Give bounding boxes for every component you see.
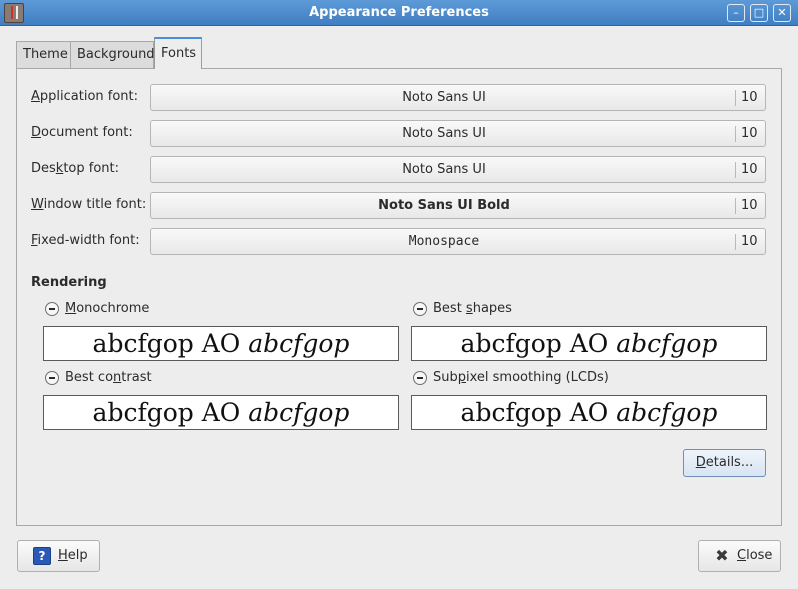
application-font-button[interactable]: Noto Sans UI 10 bbox=[150, 84, 766, 111]
application-font-name: Noto Sans UI bbox=[402, 90, 486, 105]
document-font-size: 10 bbox=[741, 126, 758, 141]
radio-icon[interactable] bbox=[413, 371, 427, 385]
separator bbox=[735, 162, 736, 178]
minimize-button[interactable]: – bbox=[727, 4, 745, 22]
close-icon: ✖ bbox=[715, 546, 729, 565]
application-font-size: 10 bbox=[741, 90, 758, 105]
desktop-font-label: Desktop font: bbox=[31, 161, 119, 176]
radio-icon[interactable] bbox=[413, 302, 427, 316]
close-button[interactable]: ✖ Close bbox=[698, 540, 781, 572]
desktop-font-size: 10 bbox=[741, 162, 758, 177]
close-label: Close bbox=[737, 548, 773, 563]
document-font-button[interactable]: Noto Sans UI 10 bbox=[150, 120, 766, 147]
help-icon: ? bbox=[33, 547, 51, 565]
subpixel-smoothing-preview[interactable]: abcfgop AO abcfgop bbox=[411, 395, 767, 430]
document-font-label: Document font: bbox=[31, 125, 133, 140]
best-shapes-label: Best shapes bbox=[433, 301, 512, 316]
best-contrast-preview[interactable]: abcfgop AO abcfgop bbox=[43, 395, 399, 430]
title-bar[interactable]: Appearance Preferences – □ ✕ bbox=[0, 0, 798, 26]
document-font-name: Noto Sans UI bbox=[402, 126, 486, 141]
fixed-width-font-label: Fixed-width font: bbox=[31, 233, 140, 248]
fixed-width-font-name: Monospace bbox=[408, 234, 480, 249]
details-button[interactable]: Details... bbox=[683, 449, 766, 477]
window-title-font-button[interactable]: Noto Sans UI Bold 10 bbox=[150, 192, 766, 219]
maximize-button[interactable]: □ bbox=[750, 4, 768, 22]
rendering-heading: Rendering bbox=[31, 275, 107, 290]
separator bbox=[735, 234, 736, 250]
tab-fonts[interactable]: Fonts bbox=[154, 37, 202, 69]
window-title-font-name: Noto Sans UI Bold bbox=[378, 198, 510, 213]
window-title-font-label: Window title font: bbox=[31, 197, 147, 212]
desktop-font-button[interactable]: Noto Sans UI 10 bbox=[150, 156, 766, 183]
help-label: Help bbox=[58, 548, 88, 563]
help-button[interactable]: ? Help bbox=[17, 540, 100, 572]
window-title: Appearance Preferences bbox=[309, 5, 489, 20]
tab-background[interactable]: Background bbox=[70, 41, 155, 68]
close-window-button[interactable]: ✕ bbox=[773, 4, 791, 22]
monochrome-preview[interactable]: abcfgop AO abcfgop bbox=[43, 326, 399, 361]
tab-theme[interactable]: Theme bbox=[16, 41, 71, 68]
desktop-font-name: Noto Sans UI bbox=[402, 162, 486, 177]
window-title-font-size: 10 bbox=[741, 198, 758, 213]
separator bbox=[735, 126, 736, 142]
separator bbox=[735, 90, 736, 106]
application-font-label: Application font: bbox=[31, 89, 139, 104]
subpixel-smoothing-label: Subpixel smoothing (LCDs) bbox=[433, 370, 609, 385]
best-contrast-label: Best contrast bbox=[65, 370, 152, 385]
monochrome-label: Monochrome bbox=[65, 301, 150, 316]
best-shapes-preview[interactable]: abcfgop AO abcfgop bbox=[411, 326, 767, 361]
radio-icon[interactable] bbox=[45, 371, 59, 385]
radio-icon[interactable] bbox=[45, 302, 59, 316]
fixed-width-font-size: 10 bbox=[741, 234, 758, 249]
separator bbox=[735, 198, 736, 214]
fixed-width-font-button[interactable]: Monospace 10 bbox=[150, 228, 766, 255]
